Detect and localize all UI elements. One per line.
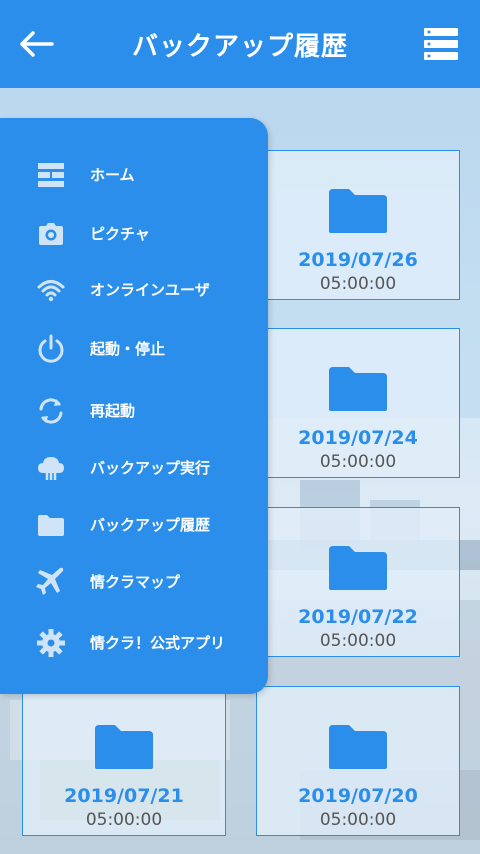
navigation-drawer: ホーム ピクチャ オンラインユーザ 起動・停止 再起動 バックアップ実行 バック…: [0, 118, 268, 694]
app-header: バックアップ履歴: [0, 0, 480, 88]
folder-icon: [329, 367, 387, 411]
menu-item-label: 情クラマップ: [90, 573, 181, 591]
page-title: バックアップ履歴: [131, 32, 348, 62]
menu-item-label: バックアップ実行: [90, 459, 211, 477]
backup-date: 2019/07/26: [298, 249, 418, 271]
airplane-icon: [36, 567, 64, 595]
menu-item-restart[interactable]: 再起動: [0, 386, 268, 436]
backup-card[interactable]: 2019/07/21 05:00:00: [22, 686, 226, 836]
folder-icon: [329, 189, 387, 233]
dashboard-icon: [38, 163, 64, 187]
backup-time: 05:00:00: [85, 810, 163, 830]
backup-date: 2019/07/20: [298, 785, 418, 807]
menu-item-label: 再起動: [90, 402, 136, 420]
wifi-icon: [37, 280, 65, 302]
menu-item-backup-history[interactable]: バックアップ履歴: [0, 500, 268, 550]
refresh-icon: [39, 398, 63, 424]
list-menu-button[interactable]: [422, 26, 460, 62]
menu-item-start-stop[interactable]: 起動・停止: [0, 324, 268, 374]
backup-card[interactable]: 2019/07/26 05:00:00: [256, 150, 460, 300]
cloud-upload-icon: [38, 457, 64, 480]
menu-item-label: オンラインユーザ: [90, 281, 210, 299]
folder-icon: [38, 515, 64, 536]
folder-icon: [329, 546, 387, 590]
backup-date: 2019/07/24: [298, 427, 418, 449]
menu-item-label: ホーム: [90, 166, 135, 184]
camera-icon: [39, 223, 63, 245]
folder-icon: [329, 725, 387, 769]
folder-icon: [95, 725, 153, 769]
menu-item-label: ピクチャ: [90, 225, 150, 243]
menu-item-online-users[interactable]: オンラインユーザ: [0, 265, 268, 315]
menu-item-label: バックアップ履歴: [90, 516, 211, 534]
menu-item-map[interactable]: 情クラマップ: [0, 557, 268, 607]
menu-item-label: 起動・停止: [90, 340, 166, 358]
menu-item-picture[interactable]: ピクチャ: [0, 209, 268, 259]
list-menu-icon: [424, 28, 458, 60]
backup-card[interactable]: 2019/07/22 05:00:00: [256, 507, 460, 657]
gear-icon: [37, 629, 65, 657]
menu-item-home[interactable]: ホーム: [0, 150, 268, 200]
backup-time: 05:00:00: [319, 631, 397, 651]
backup-time: 05:00:00: [319, 810, 397, 830]
menu-item-run-backup[interactable]: バックアップ実行: [0, 443, 268, 493]
backup-date: 2019/07/22: [298, 606, 418, 628]
menu-item-label: 情クラ！公式アプリ: [90, 634, 226, 652]
backup-card[interactable]: 2019/07/20 05:00:00: [256, 686, 460, 836]
backup-time: 05:00:00: [319, 452, 397, 472]
backup-card[interactable]: 2019/07/24 05:00:00: [256, 328, 460, 478]
backup-date: 2019/07/21: [64, 785, 184, 807]
backup-time: 05:00:00: [319, 274, 397, 294]
power-icon: [38, 334, 64, 363]
menu-item-official-app[interactable]: 情クラ！公式アプリ: [0, 618, 268, 668]
